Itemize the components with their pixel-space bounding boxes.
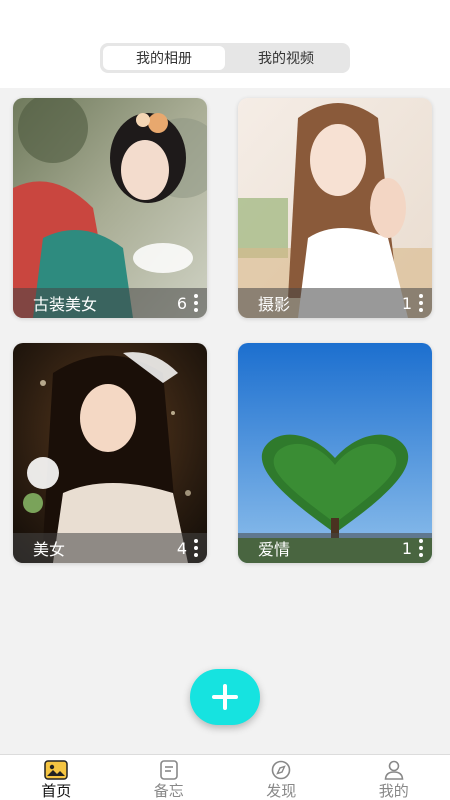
top-header: 我的相册 我的视频 (0, 0, 450, 88)
album-count: 1 (401, 293, 412, 313)
tab-my-albums[interactable]: 我的相册 (103, 46, 225, 70)
album-count: 6 (176, 293, 187, 313)
user-icon (384, 760, 404, 780)
tab-home[interactable]: 首页 (0, 755, 113, 800)
tab-memo[interactable]: 备忘 (113, 755, 226, 800)
album-name: 美女 (33, 540, 66, 559)
album-name: 古装美女 (33, 295, 98, 314)
tab-label: 首页 (41, 782, 72, 800)
tab-my-videos[interactable]: 我的视频 (225, 46, 347, 70)
album-info-bar: 古装美女 6 (13, 288, 207, 318)
album-cover-image (238, 343, 432, 563)
photo-album-icon (44, 760, 68, 780)
album-card[interactable]: 美女 4 (13, 343, 207, 563)
album-card[interactable]: 古装美女 6 (13, 98, 207, 318)
tab-discover[interactable]: 发现 (225, 755, 338, 800)
album-card[interactable]: 摄影 1 (238, 98, 432, 318)
add-button[interactable] (190, 669, 260, 725)
album-name: 摄影 (258, 295, 291, 314)
album-cover-image (13, 343, 207, 563)
more-options-icon[interactable] (418, 539, 424, 557)
tab-label: 发现 (266, 782, 297, 800)
album-card[interactable]: 爱情 1 (238, 343, 432, 563)
album-name: 爱情 (258, 540, 291, 559)
more-options-icon[interactable] (418, 294, 424, 312)
bottom-tab-bar: 首页 备忘 发现 我的 (0, 754, 450, 800)
more-options-icon[interactable] (193, 294, 199, 312)
more-options-icon[interactable] (193, 539, 199, 557)
album-info-bar: 爱情 1 (238, 533, 432, 563)
segment-control: 我的相册 我的视频 (100, 43, 350, 73)
album-info-bar: 美女 4 (13, 533, 207, 563)
album-cover-image (238, 98, 432, 318)
tab-mine[interactable]: 我的 (338, 755, 450, 800)
album-info-bar: 摄影 1 (238, 288, 432, 318)
tab-label: 备忘 (153, 782, 184, 800)
album-cover-image (13, 98, 207, 318)
tab-label: 我的 (378, 782, 409, 800)
album-count: 4 (176, 538, 187, 558)
compass-icon (271, 760, 291, 780)
plus-icon (212, 684, 238, 710)
memo-icon (159, 760, 178, 780)
album-count: 1 (401, 538, 412, 558)
